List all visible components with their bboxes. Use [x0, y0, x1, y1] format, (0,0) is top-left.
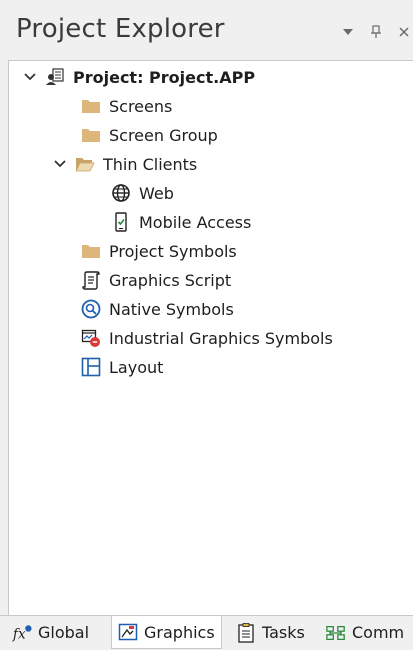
tree-item-thin-clients[interactable]: Thin Clients — [53, 150, 197, 178]
graphics-icon — [118, 622, 138, 642]
folder-open-icon — [75, 154, 95, 174]
tree-item-native-symbols[interactable]: Native Symbols — [81, 295, 234, 323]
tree-item-project-root[interactable]: Project: Project.APP — [23, 63, 255, 91]
native-symbols-icon — [81, 299, 101, 319]
tab-global[interactable]: fx Global — [12, 616, 89, 649]
tree-item-mobile-access[interactable]: Mobile Access — [111, 208, 251, 236]
tasks-icon — [236, 622, 256, 643]
fx-icon: fx — [12, 623, 32, 643]
tree-item-project-symbols[interactable]: Project Symbols — [81, 237, 237, 265]
chevron-down-icon[interactable] — [23, 70, 37, 84]
close-icon[interactable] — [394, 20, 413, 44]
folder-icon — [81, 241, 101, 261]
tree-item-label: Project: Project.APP — [73, 67, 256, 87]
folder-icon — [81, 96, 101, 116]
project-icon — [45, 67, 65, 87]
tree-item-label: Mobile Access — [139, 212, 252, 232]
tree-item-label: Industrial Graphics Symbols — [109, 328, 333, 348]
pin-icon[interactable] — [366, 20, 386, 44]
tab-label: Graphics — [144, 622, 215, 642]
tab-graphics[interactable]: Graphics — [111, 616, 222, 649]
tree-item-label: Thin Clients — [103, 154, 198, 174]
tree-item-layout[interactable]: Layout — [81, 353, 163, 381]
tree-item-label: Screens — [109, 96, 173, 116]
tab-label: Comm — [352, 623, 405, 642]
tree-item-screens[interactable]: Screens — [81, 92, 172, 120]
tree-item-graphics-script[interactable]: Graphics Script — [81, 266, 231, 294]
project-tree: Project: Project.APP Screens Screen Grou… — [8, 60, 413, 616]
mobile-icon — [111, 212, 131, 232]
tab-label: Tasks — [262, 623, 305, 642]
tab-label: Global — [38, 623, 90, 642]
comm-icon — [326, 623, 346, 643]
bottom-tab-bar: fx Global Graphics Tasks Comm — [0, 615, 413, 650]
layout-icon — [81, 357, 101, 377]
script-icon — [81, 270, 101, 290]
svg-text:fx: fx — [12, 626, 26, 642]
tab-tasks[interactable]: Tasks — [236, 616, 305, 649]
tree-item-label: Project Symbols — [109, 241, 237, 261]
tree-item-label: Layout — [109, 357, 164, 377]
industrial-graphics-icon — [81, 328, 101, 348]
chevron-down-icon[interactable] — [53, 157, 67, 171]
tree-item-label: Web — [139, 183, 174, 203]
globe-icon — [111, 183, 131, 203]
folder-icon — [81, 125, 101, 145]
tree-item-screen-group[interactable]: Screen Group — [81, 121, 218, 149]
tree-item-industrial-graphics-symbols[interactable]: Industrial Graphics Symbols — [81, 324, 333, 352]
tab-comm[interactable]: Comm — [326, 616, 404, 649]
tree-item-web[interactable]: Web — [111, 179, 174, 207]
project-explorer-panel: Project Explorer Project: Project.APP Sc… — [0, 0, 413, 650]
dropdown-arrow-icon[interactable] — [338, 20, 358, 44]
tree-item-label: Native Symbols — [109, 299, 234, 319]
panel-title: Project Explorer — [16, 14, 225, 44]
panel-title-bar: Project Explorer — [0, 0, 413, 62]
tree-item-label: Screen Group — [109, 125, 218, 145]
tree-item-label: Graphics Script — [109, 270, 232, 290]
